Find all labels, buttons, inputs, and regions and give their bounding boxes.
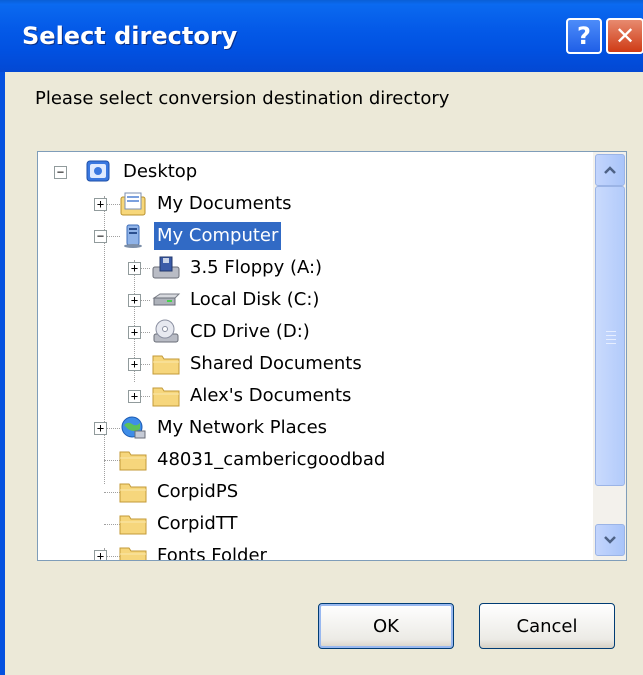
expand-icon[interactable]: + — [94, 198, 107, 211]
hard-disk-icon — [152, 293, 181, 306]
tree-item-local-disk[interactable]: Local Disk (C:) — [151, 284, 322, 316]
expand-icon[interactable]: + — [128, 358, 141, 371]
tree-item-fonts-folder[interactable]: Fonts Folder — [118, 540, 270, 561]
tree-item-desktop[interactable]: Desktop — [84, 156, 200, 188]
scroll-up-button[interactable] — [595, 154, 625, 186]
tree-item-alex-documents[interactable]: Alex's Documents — [151, 380, 354, 412]
window-title: Select directory — [22, 22, 238, 50]
expand-icon[interactable]: + — [128, 390, 141, 403]
folder-icon — [119, 547, 147, 560]
window-border — [0, 72, 5, 675]
grip-line — [606, 339, 616, 340]
floppy-drive-icon — [152, 256, 180, 279]
expand-icon[interactable]: + — [94, 422, 107, 435]
grip-line — [606, 335, 616, 336]
grip-line — [606, 343, 616, 344]
folder-icon — [152, 387, 180, 407]
tree-item-folder[interactable]: CorpidTT — [118, 508, 241, 540]
dialog-window: Select directory ? ✕ Please select conve… — [0, 0, 643, 675]
vertical-scrollbar[interactable] — [593, 152, 626, 560]
collapse-icon[interactable]: − — [94, 230, 107, 243]
expand-icon[interactable]: + — [128, 294, 141, 307]
directory-tree[interactable]: − + − + + + + + + + Desktop My Documents… — [37, 151, 627, 561]
scroll-up-icon — [604, 166, 616, 174]
tree-item-folder[interactable]: 48031_cambericgoodbad — [118, 444, 388, 476]
desktop-icon — [86, 160, 110, 182]
tree-item-label: 48031_cambericgoodbad — [157, 449, 386, 470]
tree-item-label: Desktop — [123, 161, 198, 182]
my-documents-icon — [120, 192, 146, 216]
my-computer-icon — [124, 224, 142, 248]
tree-item-label: My Network Places — [157, 417, 328, 438]
folder-icon — [119, 515, 147, 535]
help-button[interactable]: ? — [566, 18, 602, 54]
close-button[interactable]: ✕ — [606, 18, 643, 54]
tree-item-label: Fonts Folder — [157, 545, 267, 561]
tree-item-label: Local Disk (C:) — [190, 289, 320, 310]
scroll-down-button[interactable] — [595, 524, 625, 556]
tree-item-folder[interactable]: CorpidPS — [118, 476, 241, 508]
tree-item-my-computer[interactable]: My Computer — [118, 220, 282, 252]
folder-icon — [119, 483, 147, 503]
tree-item-label: My Documents — [157, 193, 292, 214]
tree-item-network-places[interactable]: My Network Places — [118, 412, 330, 444]
help-icon: ? — [577, 22, 591, 50]
cd-drive-icon — [153, 319, 179, 343]
close-icon: ✕ — [614, 22, 636, 50]
tree-item-label: Shared Documents — [190, 353, 362, 374]
instruction-text: Please select conversion destination dir… — [35, 88, 450, 109]
tree-item-cd-drive[interactable]: CD Drive (D:) — [151, 316, 313, 348]
tree-item-floppy[interactable]: 3.5 Floppy (A:) — [151, 252, 325, 284]
tree-item-label: Alex's Documents — [190, 385, 352, 406]
expand-icon[interactable]: + — [128, 262, 141, 275]
tree-item-label: 3.5 Floppy (A:) — [190, 257, 323, 278]
scroll-down-icon — [604, 536, 616, 544]
tree-item-label: CorpidTT — [157, 513, 238, 534]
tree-item-label: CD Drive (D:) — [190, 321, 310, 342]
scroll-thumb[interactable] — [595, 186, 625, 486]
cancel-button[interactable]: Cancel — [479, 603, 615, 649]
folder-icon — [152, 355, 180, 375]
network-places-icon — [121, 416, 146, 439]
folder-icon — [119, 451, 147, 471]
title-bar[interactable]: Select directory ? ✕ — [0, 0, 643, 72]
ok-button[interactable]: OK — [318, 603, 454, 649]
expand-icon[interactable]: + — [94, 550, 107, 560]
tree-item-my-documents[interactable]: My Documents — [118, 188, 295, 220]
grip-line — [606, 331, 616, 332]
tree-item-label: CorpidPS — [157, 481, 239, 502]
expand-icon[interactable]: + — [128, 326, 141, 339]
collapse-icon[interactable]: − — [54, 166, 67, 179]
tree-item-label: My Computer — [154, 222, 282, 250]
tree-item-shared-documents[interactable]: Shared Documents — [151, 348, 365, 380]
